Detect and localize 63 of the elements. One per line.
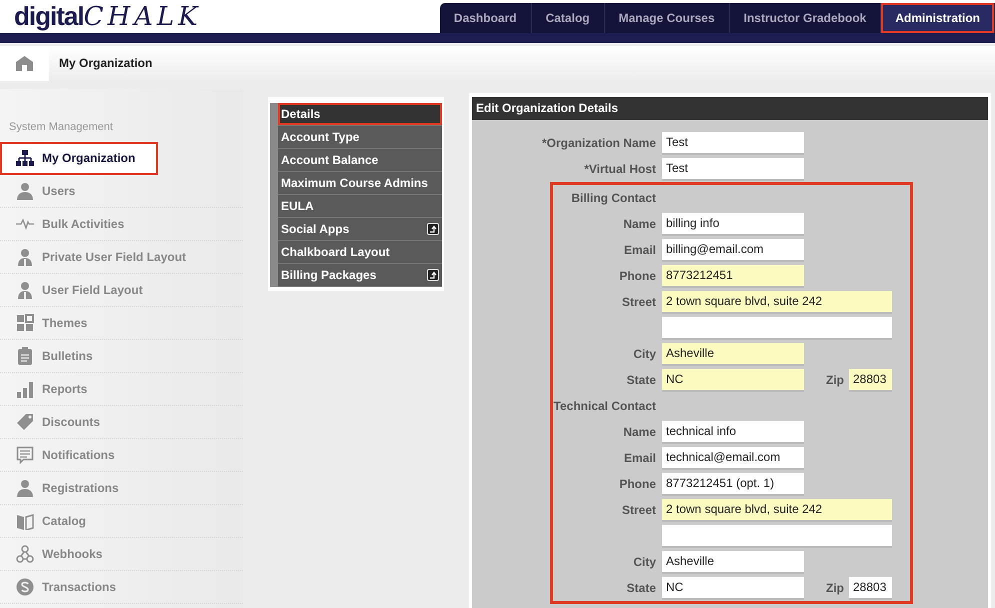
org-chart-icon [16,148,34,166]
person-icon [16,280,34,298]
text-field[interactable]: billing info [662,212,804,236]
section-heading: System Management [8,120,114,135]
person-icon [16,182,34,200]
field-label: Phone [618,476,657,493]
grid-icon [16,314,34,332]
text-field[interactable]: 8773212451 (opt. 1) [662,472,804,496]
menu-item[interactable]: Maximum Course Admins [278,172,442,195]
section-title: Technical Contact [554,399,656,413]
field-label: City [632,346,657,363]
text-field[interactable] [662,524,892,548]
home-icon[interactable] [16,56,33,71]
text-field[interactable]: 28803 [849,368,892,392]
text-field[interactable]: technical info [662,420,804,444]
field-label: Zip [825,580,845,597]
text-field[interactable]: Asheville [662,550,804,574]
field-label: City [632,554,657,571]
field-label: *Organization Name [540,135,657,152]
text-field[interactable]: 2 town square blvd, suite 242 [662,498,892,522]
field-label: State [626,580,657,597]
sidebar-item[interactable]: My Organization [0,142,158,174]
section-title: Billing Contact [571,191,656,205]
text-field[interactable]: 28803 [849,576,892,600]
person-icon [16,248,34,266]
tag-icon [16,412,34,430]
note-icon [16,446,34,464]
nav-tab[interactable]: Administration [881,3,995,33]
menu-item[interactable]: Details [278,103,442,126]
field-label: Name [622,424,657,441]
menu-item[interactable]: Billing Packages [278,264,442,287]
menu-item[interactable]: Account Balance [278,149,442,172]
menu-item[interactable]: Account Type [278,126,442,149]
text-field[interactable]: NC [662,368,804,392]
field-label: Street [620,294,657,311]
field-label: *Virtual Host [583,161,657,178]
text-field[interactable] [662,316,892,340]
field-label: Phone [618,268,657,285]
clipboard-icon [16,346,34,364]
menu-item[interactable]: Social Apps [278,218,442,241]
nodes-icon [16,544,34,562]
field-label: Email [622,242,657,259]
text-field[interactable]: Test [662,132,804,154]
field-label: Street [620,502,657,519]
panel-title: Edit Organization Details [472,97,988,120]
text-field[interactable]: NC [662,576,804,600]
field-label: Name [622,216,657,233]
text-field[interactable]: Asheville [662,342,804,366]
book-icon [16,512,34,530]
menu-item[interactable]: Chalkboard Layout [278,241,442,264]
text-field[interactable]: 2 town square blvd, suite 242 [662,290,892,314]
field-label: Zip [825,372,845,389]
text-field[interactable]: billing@email.com [662,238,804,262]
text-field[interactable]: technical@email.com [662,446,804,470]
field-label: State [626,372,657,389]
coin-icon [16,578,34,596]
menu-item[interactable]: EULA [278,195,442,218]
logo: digitalCHALK [14,3,202,33]
field-label: Email [622,450,657,467]
person-icon [16,478,34,496]
bar-chart-icon [16,380,34,398]
text-field[interactable]: Test [662,158,804,180]
text-field[interactable]: 8773212451 [662,264,804,288]
